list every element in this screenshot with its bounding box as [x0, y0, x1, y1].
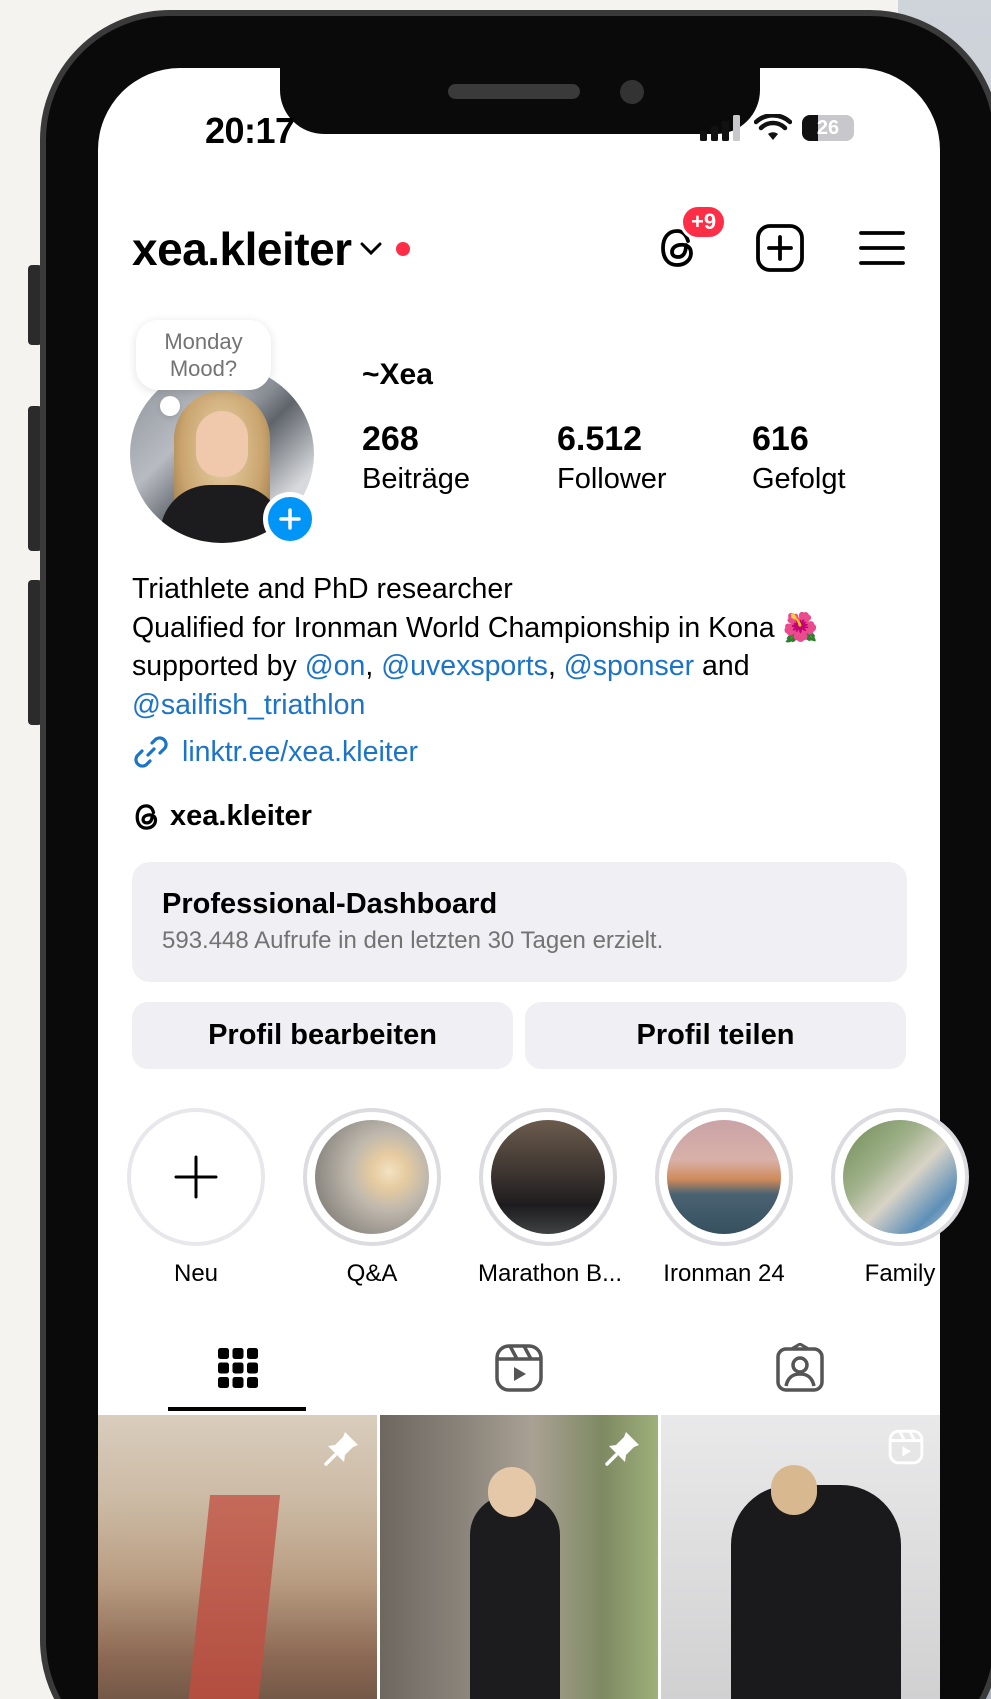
highlight-ring [655, 1108, 793, 1246]
share-profile-button[interactable]: Profil teilen [525, 1002, 906, 1069]
link-text: linktr.ee/xea.kleiter [182, 735, 419, 768]
profile-note[interactable]: Monday Mood? [136, 320, 271, 390]
highlight-ring [479, 1108, 617, 1246]
signal-icon [700, 115, 740, 141]
posts-grid [98, 1415, 941, 1699]
highlight-label: Q&A [346, 1260, 398, 1287]
highlight-marathon[interactable]: Marathon B... [478, 1108, 623, 1288]
status-time: 20:17 [205, 110, 295, 151]
stat-label: Follower [557, 463, 667, 495]
status-icons: 26 [700, 114, 854, 142]
menu-button[interactable] [854, 220, 910, 276]
stat-label: Gefolgt [752, 463, 846, 495]
highlight-new[interactable]: Neu [126, 1108, 266, 1288]
mention-sailfish[interactable]: @sailfish_triathlon [132, 689, 365, 721]
bio-line: Triathlete and PhD researcher [132, 573, 513, 605]
tagged-icon [776, 1343, 824, 1392]
reels-icon [495, 1344, 543, 1392]
stat-value: 268 [362, 420, 419, 458]
highlight-ring [831, 1108, 969, 1246]
highlight-ironman[interactable]: Ironman 24 [654, 1108, 794, 1288]
battery-icon: 26 [802, 115, 854, 141]
notification-dot [395, 242, 410, 256]
hibiscus-emoji: 🌺 [782, 611, 819, 644]
speaker-grille [448, 84, 580, 99]
mention-sponser[interactable]: @sponser [564, 650, 694, 682]
highlight-ring [303, 1108, 441, 1246]
stat-value: 6.512 [557, 420, 643, 458]
highlight-cover [491, 1120, 605, 1234]
highlight-cover [843, 1120, 957, 1234]
profile-link[interactable]: linktr.ee/xea.kleiter [132, 733, 418, 771]
highlight-label: Neu [173, 1260, 219, 1287]
display-name: ~Xea [362, 358, 433, 391]
account-switcher[interactable]: xea.kleiter [132, 222, 410, 276]
highlight-cover [315, 1120, 429, 1234]
edit-profile-button[interactable]: Profil bearbeiten [132, 1002, 513, 1069]
highlight-ring [127, 1108, 265, 1246]
mention-uvexsports[interactable]: @uvexsports [381, 650, 548, 682]
stat-value: 616 [752, 420, 809, 458]
threads-icon [135, 803, 158, 830]
hamburger-icon [859, 231, 905, 265]
highlight-label: Marathon B... [478, 1260, 623, 1287]
post-thumbnail[interactable] [98, 1415, 377, 1699]
chevron-down-icon [360, 242, 382, 256]
notch [280, 68, 760, 134]
stat-posts[interactable]: 268 Beiträge [362, 420, 470, 496]
tab-reels[interactable] [449, 1325, 589, 1411]
wifi-icon [754, 114, 792, 140]
grid-icon [218, 1348, 258, 1388]
reels-icon [888, 1429, 924, 1465]
add-story-button[interactable] [263, 492, 317, 546]
threads-badge: +9 [680, 204, 728, 240]
tab-tagged[interactable] [730, 1325, 870, 1411]
plus-square-icon [756, 224, 804, 272]
highlight-label: Ironman 24 [663, 1260, 785, 1287]
profile-avatar[interactable] [130, 365, 318, 546]
dashboard-title: Professional-Dashboard [162, 888, 498, 920]
profile-tabs [98, 1325, 940, 1411]
highlight-family[interactable]: Family [830, 1108, 970, 1288]
dashboard-subtitle: 593.448 Aufrufe in den letzten 30 Tagen … [162, 927, 664, 954]
header-actions: +9 [650, 204, 910, 276]
plus-icon [279, 508, 301, 530]
active-tab-indicator [168, 1407, 306, 1411]
highlight-cover [667, 1120, 781, 1234]
pin-icon [605, 1432, 640, 1466]
stat-label: Beiträge [362, 463, 471, 495]
bio-line: @sailfish_triathlon [132, 686, 892, 725]
mention-on[interactable]: @on [305, 650, 366, 682]
note-bubble-tail [160, 396, 180, 416]
threads-button[interactable]: +9 [650, 204, 728, 276]
username: xea.kleiter [132, 223, 352, 275]
professional-dashboard[interactable]: Professional-Dashboard 593.448 Aufrufe i… [132, 862, 907, 982]
plus-icon [174, 1155, 218, 1199]
profile-bio: Triathlete and PhD researcher Qualified … [132, 570, 892, 724]
threads-handle: xea.kleiter [170, 800, 312, 832]
tab-posts[interactable] [168, 1325, 308, 1411]
pin-icon [323, 1432, 358, 1466]
create-button[interactable] [752, 220, 808, 276]
stat-following[interactable]: 616 Gefolgt [752, 420, 846, 496]
front-camera [620, 80, 644, 104]
bio-line: supported by @on, @uvexsports, @sponser … [132, 650, 750, 682]
stat-followers[interactable]: 6.512 Follower [557, 420, 667, 496]
link-icon [134, 736, 168, 768]
threads-profile-link[interactable]: xea.kleiter [132, 800, 312, 833]
post-thumbnail[interactable] [379, 1415, 659, 1699]
post-thumbnail[interactable] [661, 1415, 941, 1699]
highlight-label: Family [864, 1260, 936, 1287]
battery-level: 26 [816, 116, 840, 139]
bio-line: Qualified for Ironman World Championship… [132, 611, 819, 644]
highlight-qa[interactable]: Q&A [302, 1108, 442, 1288]
